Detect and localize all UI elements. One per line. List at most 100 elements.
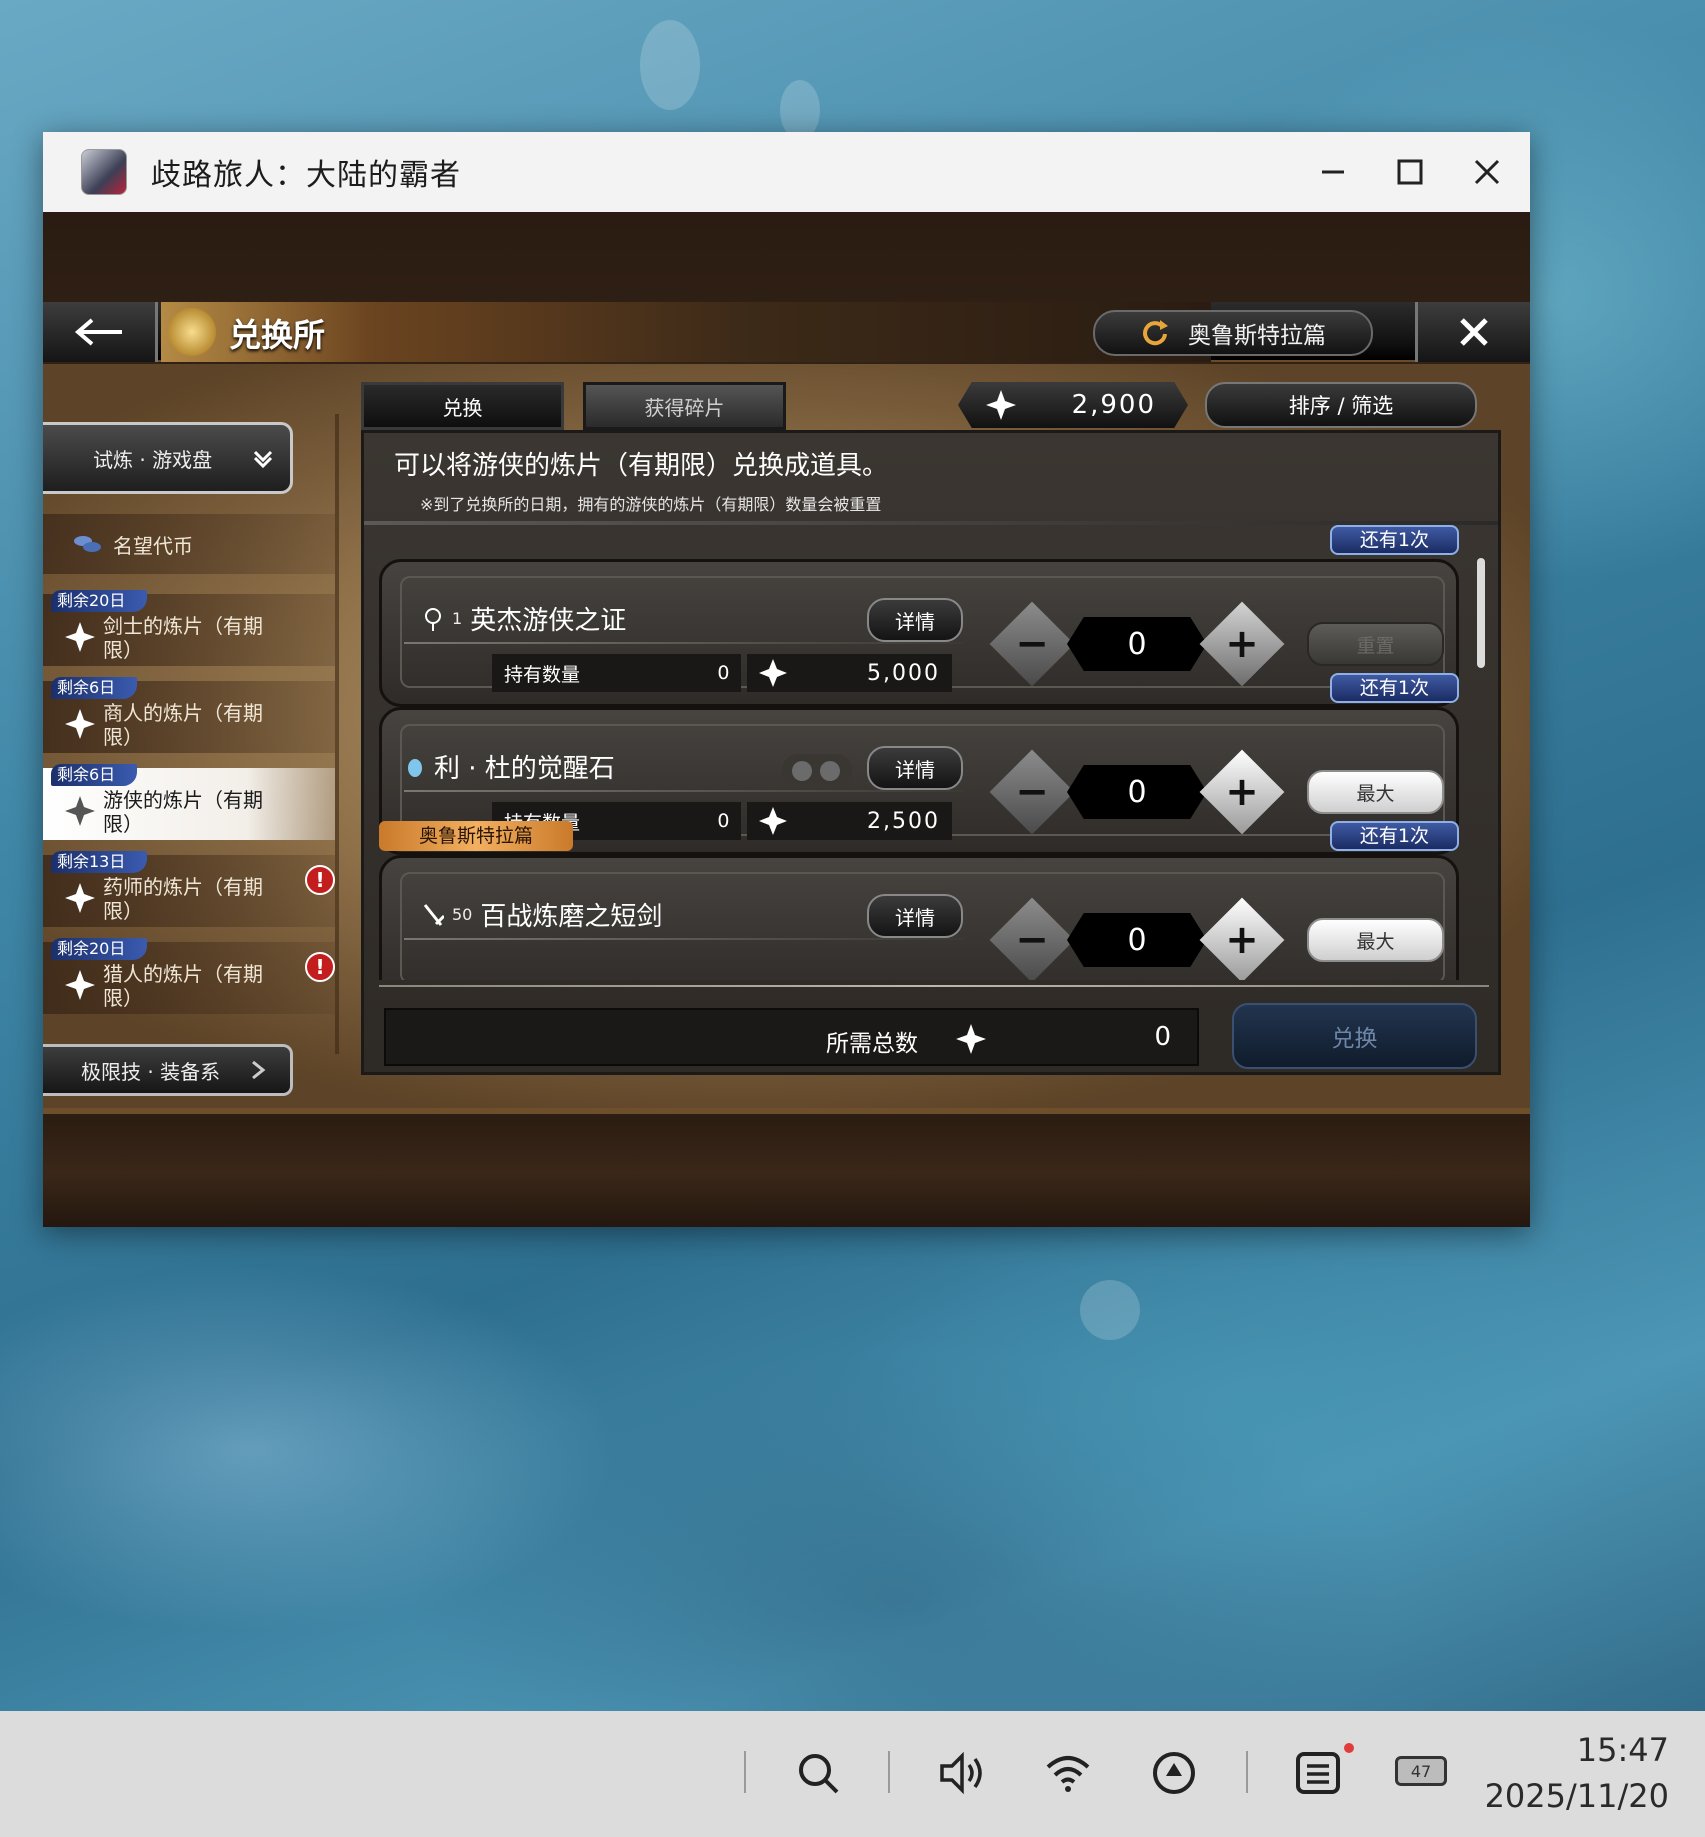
exchange-button[interactable]: 兑换 bbox=[1232, 1003, 1477, 1069]
sidebar-item-label: 名望代币 bbox=[113, 533, 193, 558]
clock[interactable]: 15:47 2025/11/20 bbox=[1485, 1731, 1669, 1815]
chevron-down-icon bbox=[254, 450, 273, 469]
volume-icon[interactable] bbox=[936, 1747, 988, 1799]
notification-list-icon[interactable] bbox=[1292, 1747, 1344, 1799]
close-window-button[interactable] bbox=[1459, 146, 1515, 198]
dagger-icon bbox=[423, 903, 444, 926]
chevron-right-icon bbox=[252, 1060, 266, 1080]
item-level: 1 bbox=[452, 609, 463, 628]
item-list: 1 英杰游侠之证 详情 持有数量 0 5,000 − 0 + 重置 还有1次 利… bbox=[364, 525, 1474, 980]
shard-star-icon bbox=[65, 883, 95, 913]
search-icon[interactable] bbox=[792, 1747, 844, 1799]
sidebar-item-hunter-shard-active[interactable]: 剩余6日 游侠的炼片（有期限） bbox=[43, 764, 335, 840]
upload-icon[interactable] bbox=[1148, 1747, 1200, 1799]
item-level: 50 bbox=[452, 905, 473, 924]
tab-exchange[interactable]: 兑换 bbox=[361, 382, 564, 430]
alert-icon: ! bbox=[305, 865, 335, 895]
battery-level: 47 bbox=[1410, 1761, 1432, 1781]
maximize-button[interactable] bbox=[1382, 146, 1438, 198]
item-name: 1 英杰游侠之证 bbox=[422, 600, 626, 637]
max-button[interactable]: 最大 bbox=[1307, 918, 1444, 962]
refresh-icon bbox=[1143, 320, 1168, 346]
category-dropdown[interactable]: 试炼 · 游戏盘 bbox=[43, 422, 293, 494]
alert-icon: ! bbox=[305, 952, 335, 982]
minus-icon: − bbox=[1015, 621, 1049, 667]
game-viewport: 兑换所 奥鲁斯特拉篇 试炼 · 游戏盘 名望代币 剩余20日 剑士的炼片（有期限… bbox=[43, 212, 1530, 1227]
app-icon bbox=[81, 149, 127, 195]
shard-star-icon bbox=[65, 709, 95, 739]
detail-button[interactable]: 详情 bbox=[867, 894, 963, 938]
item-name: 利 · 杜的觉醒石 bbox=[404, 748, 615, 785]
chapter-tag: 奥鲁斯特拉篇 bbox=[379, 821, 574, 851]
close-shop-button[interactable] bbox=[1415, 302, 1530, 362]
reset-button[interactable]: 重置 bbox=[1307, 622, 1444, 666]
total-label: 所需总数 bbox=[826, 1031, 918, 1057]
detail-button[interactable]: 详情 bbox=[867, 598, 963, 642]
minus-icon: − bbox=[1015, 769, 1049, 815]
maximize-icon bbox=[1397, 159, 1423, 185]
item-name-text: 百战炼磨之短剑 bbox=[480, 902, 663, 932]
window-titlebar: 歧路旅人：大陆的霸者 bbox=[43, 132, 1530, 212]
limit-badge: 还有1次 bbox=[1329, 525, 1459, 555]
wallpaper-ripple bbox=[1080, 1280, 1140, 1340]
exchange-note: ※到了兑换所的日期，拥有的游侠的炼片（有期限）数量会被重置 bbox=[420, 495, 882, 514]
window-title: 歧路旅人：大陆的霸者 bbox=[151, 158, 461, 193]
list-scroll-thumb[interactable] bbox=[1477, 558, 1485, 668]
item-name: 50 百战炼磨之短剑 bbox=[422, 896, 662, 933]
chapter-switch-button[interactable]: 奥鲁斯特拉篇 bbox=[1093, 310, 1373, 356]
taskbar: 47 15:47 2025/11/20 bbox=[0, 1711, 1705, 1837]
minimize-button[interactable] bbox=[1305, 146, 1361, 198]
back-arrow-icon bbox=[74, 318, 122, 346]
battery-icon[interactable]: 47 bbox=[1395, 1756, 1447, 1786]
limit-badge: 还有1次 bbox=[1329, 673, 1459, 703]
app-window: 歧路旅人：大陆的霸者 兑换所 奥鲁斯特拉篇 试炼 · 游戏盘 名望代币 剩余20… bbox=[43, 132, 1530, 1227]
sort-filter-button[interactable]: 排序 / 筛选 bbox=[1205, 382, 1477, 428]
minus-icon: − bbox=[1015, 917, 1049, 963]
item-card: 50 百战炼磨之短剑 详情 − 0 + 最大 bbox=[379, 855, 1459, 980]
awakening-stone-icon bbox=[408, 758, 422, 777]
category-limit-break-button[interactable]: 极限技 · 装备系 bbox=[43, 1044, 293, 1096]
sidebar-item-label: 游侠的炼片（有期限） bbox=[103, 788, 263, 836]
minimize-icon bbox=[1322, 170, 1344, 174]
shard-star-icon bbox=[65, 796, 95, 826]
notification-dot bbox=[1344, 1743, 1354, 1753]
shard-star-icon bbox=[986, 390, 1016, 420]
tab-get-shards[interactable]: 获得碎片 bbox=[583, 382, 786, 430]
plus-icon: + bbox=[1225, 769, 1259, 815]
sidebar-item-swordsman-shard[interactable]: 剩余20日 剑士的炼片（有期限） bbox=[43, 590, 335, 666]
plus-icon: + bbox=[1225, 621, 1259, 667]
quantity-value: 0 bbox=[1067, 913, 1207, 967]
days-remaining-badge: 剩余20日 bbox=[51, 590, 148, 612]
days-remaining-badge: 剩余20日 bbox=[51, 938, 148, 960]
exchange-emblem-icon bbox=[168, 308, 216, 356]
sidebar-item-merchant-shard[interactable]: 剩余6日 商人的炼片（有期限） bbox=[43, 677, 335, 753]
wallpaper-ripple bbox=[640, 20, 700, 110]
sidebar-item-hunter-shard[interactable]: 剩余20日 猎人的炼片（有期限） ! bbox=[43, 938, 335, 1014]
wallpaper-ripple bbox=[780, 80, 820, 140]
clock-time: 15:47 bbox=[1576, 1731, 1669, 1769]
exchange-content: 可以将游侠的炼片（有期限）兑换成道具。 ※到了兑换所的日期，拥有的游侠的炼片（有… bbox=[361, 430, 1501, 1075]
wifi-icon[interactable] bbox=[1042, 1747, 1094, 1799]
chapter-switch-label: 奥鲁斯特拉篇 bbox=[1188, 323, 1326, 349]
close-icon bbox=[1474, 159, 1500, 185]
shard-balance-value: 2,900 bbox=[1071, 390, 1156, 420]
element-icons bbox=[782, 754, 852, 788]
plus-icon: + bbox=[1225, 917, 1259, 963]
list-item: 50 百战炼磨之短剑 详情 − 0 + 最大 奥鲁斯特拉篇 还有1次 bbox=[379, 821, 1459, 980]
sidebar-item-apothecary-shard[interactable]: 剩余13日 药师的炼片（有期限） ! bbox=[43, 851, 335, 927]
emblem-icon bbox=[425, 607, 441, 631]
item-name-text: 利 · 杜的觉醒石 bbox=[434, 754, 615, 784]
days-remaining-badge: 剩余6日 bbox=[51, 764, 138, 786]
sidebar-scrollbar[interactable] bbox=[335, 414, 339, 1054]
category-label: 试炼 · 游戏盘 bbox=[93, 447, 213, 472]
exchange-panel: 试炼 · 游戏盘 名望代币 剩余20日 剑士的炼片（有期限） 剩余6日 商人的炼… bbox=[43, 364, 1530, 1114]
detail-button[interactable]: 详情 bbox=[867, 746, 963, 790]
clock-date: 2025/11/20 bbox=[1484, 1777, 1669, 1815]
list-item: 1 英杰游侠之证 详情 持有数量 0 5,000 − 0 + 重置 还有1次 bbox=[379, 525, 1459, 707]
sidebar-item-label: 猎人的炼片（有期限） bbox=[103, 962, 263, 1010]
max-button[interactable]: 最大 bbox=[1307, 770, 1444, 814]
game-bottom-frame bbox=[43, 1120, 1530, 1227]
back-button[interactable] bbox=[43, 302, 158, 362]
sidebar-item-fame-token[interactable]: 名望代币 bbox=[43, 514, 335, 574]
quantity-value: 0 bbox=[1067, 617, 1207, 671]
